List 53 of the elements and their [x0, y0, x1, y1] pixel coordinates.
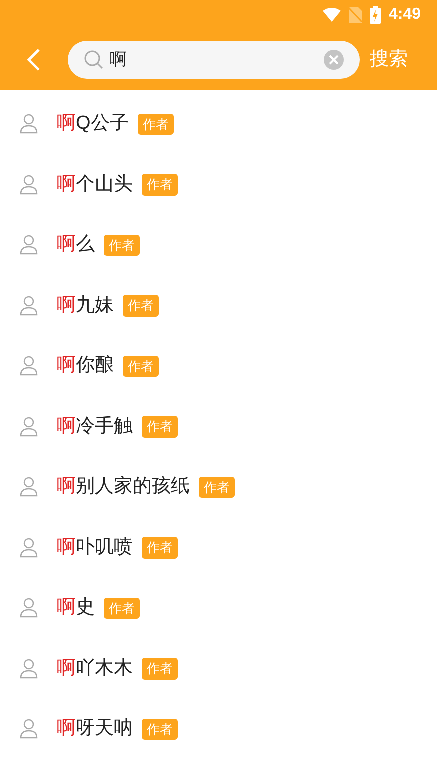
person-icon — [20, 114, 38, 134]
author-name: 啊冷手触 — [57, 414, 133, 438]
author-name: 啊Q公子 — [57, 112, 129, 136]
author-name: 啊呀天呐 — [57, 717, 133, 741]
author-name: 啊个山头 — [57, 172, 133, 196]
author-name: 啊你酿 — [57, 354, 114, 378]
author-name: 啊史 — [57, 596, 95, 620]
person-icon — [20, 416, 38, 437]
author-tag: 作者 — [142, 416, 178, 438]
result-row[interactable]: 啊卟叽喷 作者 — [0, 518, 186, 578]
author-name: 啊吖木木 — [57, 656, 133, 680]
clear-icon[interactable] — [324, 50, 344, 70]
author-tag: 作者 — [123, 295, 159, 316]
search-input[interactable]: 啊 — [110, 47, 324, 73]
person-icon — [20, 538, 38, 558]
person-icon — [20, 356, 38, 376]
author-tag: 作者 — [142, 718, 178, 740]
person-icon — [20, 598, 38, 618]
author-name: 啊卟叽喷 — [57, 536, 133, 560]
author-tag: 作者 — [142, 658, 178, 680]
wifi-icon — [322, 8, 341, 22]
result-row[interactable]: 啊别人家的孩纸 作者 — [0, 457, 243, 518]
author-name: 啊么 — [57, 233, 95, 257]
person-icon — [20, 477, 38, 498]
result-row[interactable]: 啊吖木木 作者 — [0, 638, 186, 699]
result-row[interactable]: 啊Q公子 作者 — [0, 94, 182, 154]
person-icon — [20, 658, 38, 679]
back-icon[interactable] — [27, 48, 41, 72]
battery-icon — [370, 6, 381, 24]
result-row[interactable]: 啊九妹 作者 — [0, 276, 167, 336]
clock-time: 4:49 — [388, 5, 421, 25]
no-sim-icon — [348, 7, 362, 23]
author-name: 啊别人家的孩纸 — [57, 475, 190, 499]
person-icon — [20, 296, 38, 316]
result-row[interactable]: 啊么 作者 — [0, 215, 148, 276]
author-tag: 作者 — [142, 174, 178, 196]
author-name: 啊九妹 — [57, 294, 114, 318]
author-tag: 作者 — [104, 598, 140, 619]
result-row[interactable]: 啊史 作者 — [0, 578, 148, 638]
person-icon — [20, 235, 38, 256]
result-row[interactable]: 啊你酿 作者 — [0, 336, 167, 396]
search-field[interactable]: 啊 — [68, 41, 360, 79]
person-icon — [20, 174, 38, 195]
result-row[interactable]: 啊个山头 作者 — [0, 154, 186, 215]
person-icon — [20, 719, 38, 740]
author-tag: 作者 — [123, 356, 159, 377]
search-icon — [84, 50, 104, 70]
result-row[interactable]: 啊冷手触 作者 — [0, 396, 186, 457]
result-row[interactable]: 啊呀天呐 作者 — [0, 699, 186, 760]
author-tag: 作者 — [138, 114, 174, 135]
author-tag: 作者 — [104, 234, 140, 256]
author-tag: 作者 — [142, 537, 178, 558]
author-tag: 作者 — [199, 476, 235, 498]
